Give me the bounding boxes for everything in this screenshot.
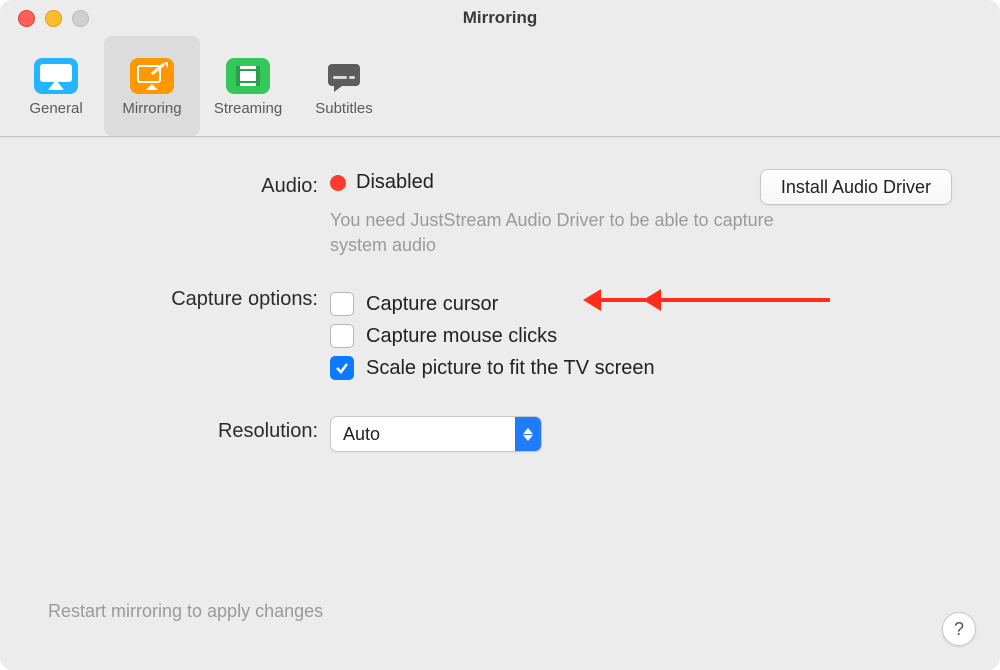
resolution-row: Resolution: Auto [48,416,952,452]
preferences-tabs: General Mirroring Streaming Subtitles [0,36,1000,137]
tab-mirroring[interactable]: Mirroring [104,36,200,136]
scale-picture-option[interactable]: Scale picture to fit the TV screen [330,356,952,380]
select-stepper-icon [515,417,541,451]
settings-content: Audio: Disabled Install Audio Driver You… [0,137,1000,452]
airplay-icon [32,56,80,96]
resolution-select[interactable]: Auto [330,416,542,452]
install-audio-driver-button[interactable]: Install Audio Driver [760,169,952,205]
resolution-label: Resolution: [48,416,330,443]
audio-hint: You need JustStream Audio Driver to be a… [330,208,800,258]
audio-row: Audio: Disabled Install Audio Driver You… [48,171,952,258]
subtitles-icon [320,56,368,96]
audio-status-text: Disabled [356,171,434,194]
titlebar: Mirroring [0,0,1000,36]
tab-subtitles[interactable]: Subtitles [296,36,392,136]
restart-hint: Restart mirroring to apply changes [48,601,323,622]
tab-label: Subtitles [315,100,373,117]
tab-label: Mirroring [122,100,181,117]
checkbox-label: Scale picture to fit the TV screen [366,357,655,380]
annotation-arrow-icon [650,298,830,302]
checkbox-unchecked-icon [330,324,354,348]
capture-options-label: Capture options: [48,284,330,311]
streaming-icon [224,56,272,96]
tab-general[interactable]: General [8,36,104,136]
resolution-value: Auto [331,424,515,445]
checkbox-unchecked-icon [330,292,354,316]
tab-label: General [29,100,82,117]
mirroring-icon [128,56,176,96]
tab-streaming[interactable]: Streaming [200,36,296,136]
capture-options-row: Capture options: Capture cursor Capture … [48,284,952,388]
audio-status-dot [330,175,346,191]
checkbox-label: Capture cursor [366,293,498,316]
checkbox-label: Capture mouse clicks [366,325,557,348]
tab-label: Streaming [214,100,282,117]
audio-label: Audio: [48,171,330,198]
capture-mouse-clicks-option[interactable]: Capture mouse clicks [330,324,952,348]
preferences-window: Mirroring General Mirroring Streaming Su… [0,0,1000,670]
checkbox-checked-icon [330,356,354,380]
window-title: Mirroring [0,8,1000,28]
help-button[interactable]: ? [942,612,976,646]
